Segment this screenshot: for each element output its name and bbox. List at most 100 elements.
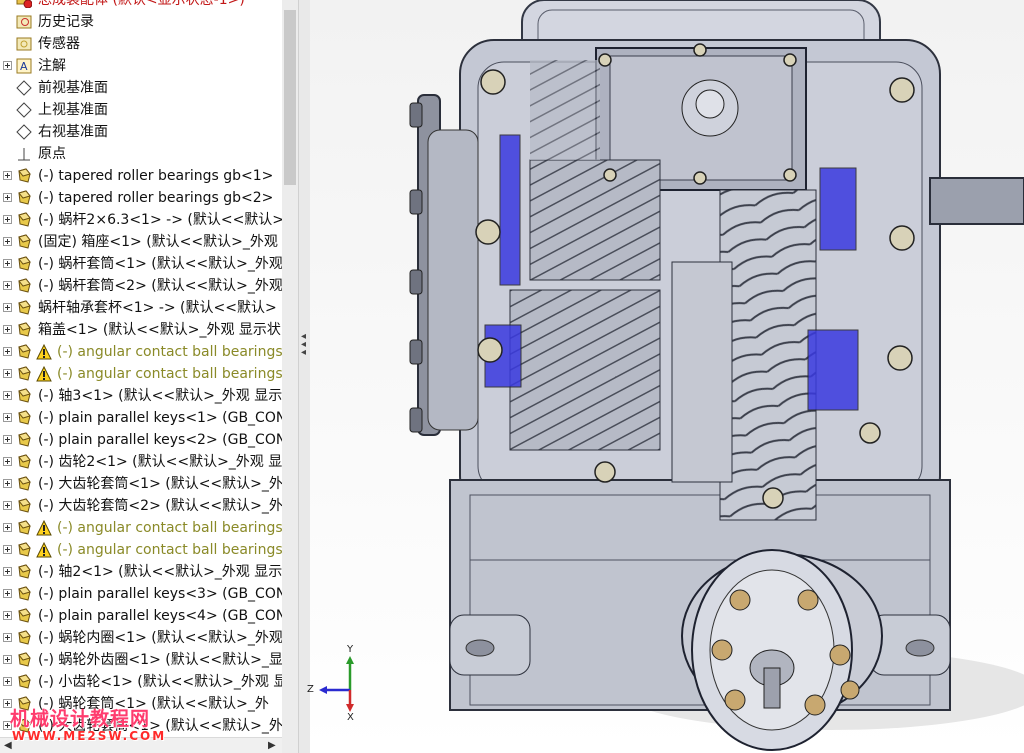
tree-item[interactable]: (-) angular contact ball bearings bbox=[0, 517, 283, 539]
tree-item[interactable]: (-) 轴3<1> (默认<<默认>_外观 显示 bbox=[0, 385, 282, 407]
tree-item[interactable]: (-) plain parallel keys<3> (GB_CON bbox=[0, 583, 286, 605]
tree-item[interactable]: (-) 蜗杆2×6.3<1> -> (默认<<默认> bbox=[0, 209, 284, 231]
bearing-blue-3 bbox=[819, 167, 857, 251]
tree-item[interactable]: (-) 蜗轮内圈<1> (默认<<默认>_外观 bbox=[0, 627, 283, 649]
tree-item[interactable]: 前视基准面 bbox=[0, 77, 282, 99]
collapse-panel-icon[interactable]: ◂ ◂ ◂ bbox=[301, 332, 306, 358]
expand-icon[interactable] bbox=[3, 281, 12, 290]
expand-icon[interactable] bbox=[3, 435, 12, 444]
scrollbar-thumb[interactable] bbox=[284, 10, 296, 185]
expand-icon[interactable] bbox=[3, 391, 12, 400]
expand-icon[interactable] bbox=[3, 545, 12, 554]
part-icon bbox=[16, 322, 32, 338]
tree-item[interactable]: 历史记录 bbox=[0, 11, 282, 33]
scroll-right-icon[interactable]: ▶ bbox=[268, 740, 276, 751]
expand-icon[interactable] bbox=[3, 611, 12, 620]
tree-item[interactable]: (-) angular contact ball bearings bbox=[0, 341, 283, 363]
part-icon bbox=[16, 212, 32, 228]
expand-icon[interactable] bbox=[3, 369, 12, 378]
feature-manager-tree: 总成装配体 (默认<显示状态-1>) 历史记录传感器 A 注解前视基准面上视基准面右… bbox=[0, 0, 299, 753]
expand-icon[interactable] bbox=[3, 523, 12, 532]
watermark-line1: 机械设计教程网 bbox=[10, 708, 151, 730]
tree-item-label: 原点 bbox=[38, 146, 66, 162]
tree-item[interactable]: 右视基准面 bbox=[0, 121, 282, 143]
tree-item-label: 历史记录 bbox=[38, 14, 94, 30]
part-icon bbox=[16, 608, 32, 624]
graphics-viewport[interactable] bbox=[310, 0, 1024, 753]
expand-icon[interactable] bbox=[3, 567, 12, 576]
triad-y-label: Y bbox=[347, 644, 354, 655]
expand-icon[interactable] bbox=[3, 237, 12, 246]
part-icon bbox=[16, 498, 32, 514]
expand-icon[interactable] bbox=[3, 501, 12, 510]
part-icon bbox=[16, 300, 32, 316]
warning-icon bbox=[36, 541, 52, 558]
tree-item[interactable]: (-) plain parallel keys<2> (GB_CON bbox=[0, 429, 286, 451]
watermark: 机械设计教程网 WWW.ME2SW.COM bbox=[10, 704, 210, 750]
part-icon bbox=[16, 674, 32, 690]
expand-icon[interactable] bbox=[3, 171, 12, 180]
tree-item[interactable]: (-) plain parallel keys<4> (GB_CON bbox=[0, 605, 286, 627]
expand-icon[interactable] bbox=[3, 589, 12, 598]
plane-icon bbox=[16, 80, 32, 96]
gearbox-model bbox=[409, 0, 1024, 751]
part-icon bbox=[16, 652, 32, 668]
tree-item[interactable]: 原点 bbox=[0, 143, 282, 165]
expand-icon[interactable] bbox=[3, 479, 12, 488]
tree-item-label: (-) plain parallel keys<2> (GB_CON bbox=[38, 432, 287, 448]
tree-item[interactable]: (固定) 箱座<1> (默认<<默认>_外观 bbox=[0, 231, 282, 253]
origin-icon bbox=[16, 146, 32, 162]
helical-gear-upper bbox=[529, 159, 661, 281]
part-icon bbox=[16, 586, 32, 602]
output-shaft bbox=[929, 177, 1024, 225]
tree-item[interactable]: (-) 齿轮2<1> (默认<<默认>_外观 显 bbox=[0, 451, 282, 473]
tree-item[interactable]: 箱盖<1> (默认<<默认>_外观 显示状 bbox=[0, 319, 282, 341]
view-triad: Y Z X bbox=[305, 644, 375, 730]
part-icon bbox=[16, 630, 32, 646]
tree-root-label: 总成装配体 (默认<显示状态-1>) bbox=[38, 0, 245, 8]
tree-item[interactable]: (-) 蜗杆套筒<1> (默认<<默认>_外观 bbox=[0, 253, 283, 275]
warning-icon bbox=[36, 519, 52, 536]
expand-icon[interactable] bbox=[3, 413, 12, 422]
expand-icon[interactable] bbox=[3, 215, 12, 224]
tree-item-label: (-) angular contact ball bearings bbox=[57, 344, 283, 360]
part-icon bbox=[16, 256, 32, 272]
expand-icon[interactable] bbox=[3, 325, 12, 334]
tree-item[interactable]: (-) 小齿轮<1> (默认<<默认>_外观 显 bbox=[0, 671, 287, 693]
tree-item-label: (-) angular contact ball bearings bbox=[57, 542, 283, 558]
tree-item-label: (-) 蜗杆套筒<2> (默认<<默认>_外观 bbox=[38, 278, 283, 294]
tree-item[interactable]: (-) 轴2<1> (默认<<默认>_外观 显示 bbox=[0, 561, 282, 583]
expand-icon[interactable] bbox=[3, 677, 12, 686]
part-icon bbox=[16, 454, 32, 470]
expand-icon[interactable] bbox=[3, 347, 12, 356]
expand-icon[interactable] bbox=[3, 457, 12, 466]
expand-icon[interactable] bbox=[3, 655, 12, 664]
vertical-scrollbar[interactable] bbox=[282, 0, 298, 753]
tree-root-item[interactable]: 总成装配体 (默认<显示状态-1>) bbox=[0, 0, 282, 11]
tree-item[interactable]: (-) angular contact ball bearings bbox=[0, 363, 283, 385]
tree-item[interactable]: (-) 大齿轮套筒<2> (默认<<默认>_外 bbox=[0, 495, 283, 517]
tree-item[interactable]: 传感器 bbox=[0, 33, 282, 55]
expand-icon[interactable] bbox=[3, 303, 12, 312]
tree-item[interactable]: 蜗杆轴承套杯<1> -> (默认<<默认> bbox=[0, 297, 282, 319]
tree-item[interactable]: (-) 蜗杆套筒<2> (默认<<默认>_外观 bbox=[0, 275, 283, 297]
tree-item[interactable]: (-) 蜗轮外齿圈<1> (默认<<默认>_显 bbox=[0, 649, 283, 671]
expand-icon[interactable] bbox=[3, 633, 12, 642]
tree-item-label: (-) 轴2<1> (默认<<默认>_外观 显示 bbox=[38, 564, 283, 580]
tree-item[interactable]: (-) 大齿轮套筒<1> (默认<<默认>_外 bbox=[0, 473, 283, 495]
tree-item[interactable]: 上视基准面 bbox=[0, 99, 282, 121]
tree-item[interactable]: (-) tapered roller bearings gb<1> bbox=[0, 165, 282, 187]
part-icon bbox=[16, 410, 32, 426]
tree-item[interactable]: (-) angular contact ball bearings bbox=[0, 539, 283, 561]
part-icon bbox=[16, 476, 32, 492]
expand-icon[interactable] bbox=[3, 193, 12, 202]
tree-item[interactable]: (-) plain parallel keys<1> (GB_CON bbox=[0, 407, 286, 429]
expand-icon[interactable] bbox=[3, 61, 12, 70]
expand-icon[interactable] bbox=[3, 259, 12, 268]
tree-item-label: (-) plain parallel keys<3> (GB_CON bbox=[38, 586, 287, 602]
tree-item-label: (-) plain parallel keys<4> (GB_CON bbox=[38, 608, 287, 624]
tree-item[interactable]: (-) tapered roller bearings gb<2> bbox=[0, 187, 282, 209]
tree-item-label: 前视基准面 bbox=[38, 80, 108, 96]
tree-item-label: (-) 大齿轮套筒<1> (默认<<默认>_外 bbox=[38, 476, 283, 492]
tree-item[interactable]: A 注解 bbox=[0, 55, 282, 77]
